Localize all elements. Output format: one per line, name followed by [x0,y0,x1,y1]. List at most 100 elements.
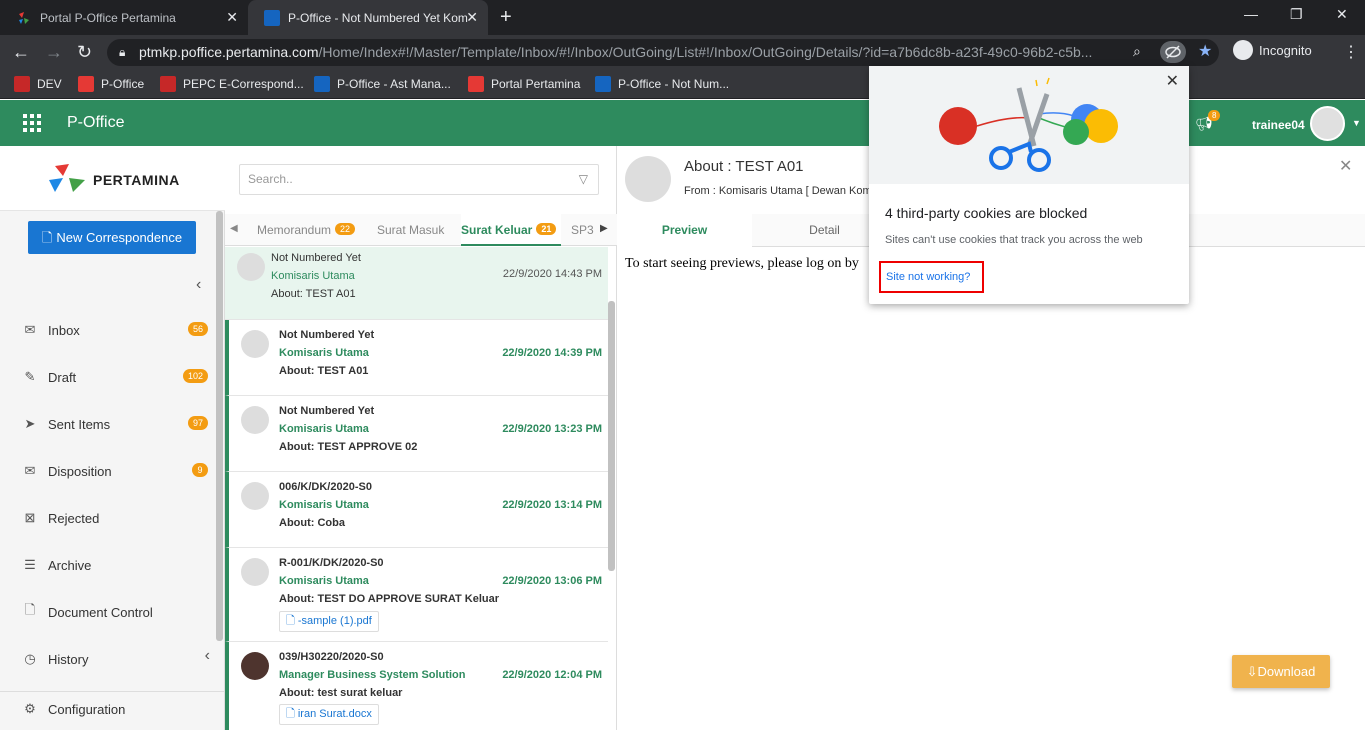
tab-memorandum[interactable]: Memorandum 22 [257,223,356,237]
attachment-name: iran Surat.docx [297,708,372,720]
browser-toolbar: ← → ↻ 🔒︎ ptmkp.poffice.pertamina.com/Hom… [0,35,1365,69]
browser-menu-icon[interactable]: ⋮ [1343,42,1359,62]
gear-icon: ⚙︎ [24,701,36,716]
item-from: Komisaris Utama [279,499,369,511]
sidebar-item-label: Draft [48,369,77,385]
sidebar-item-history[interactable]: ◷ History ‹ [20,647,210,671]
address-bar[interactable]: 🔒︎ ptmkp.poffice.pertamina.com/Home/Inde… [107,39,1219,66]
tab-scroll-right-icon[interactable]: ▶ [600,223,608,234]
item-date: 22/9/2020 13:14 PM [502,499,602,511]
tab-surat-keluar[interactable]: Surat Keluar 21 [461,214,561,246]
attachment-name: -sample (1).pdf [297,615,372,627]
list-item[interactable]: 006/K/DK/2020-S0 Komisaris Utama About: … [225,472,608,548]
download-label: Download [1257,664,1316,679]
bookmark-not-num[interactable]: P-Office - Not Num... [595,76,729,92]
attachment-chip[interactable]: 🗋︎ -sample (1).pdf [279,611,379,632]
minimize-icon[interactable]: — [1244,6,1258,22]
list-item[interactable]: R-001/K/DK/2020-S0 Komisaris Utama About… [225,548,608,642]
list-item[interactable]: Not Numbered Yet Komisaris Utama About: … [225,396,608,472]
back-icon[interactable]: ← [12,42,30,63]
sidebar-item-label: Sent Items [48,416,111,432]
bookmark-label: P-Office [101,77,145,91]
close-tab-icon[interactable]: ✕ [226,9,238,26]
list-item[interactable]: 039/H30220/2020-S0 Manager Business Syst… [225,642,608,730]
avatar [241,652,269,680]
sidebar-item-disposition[interactable]: ✉︎ Disposition 9 [20,459,210,483]
search-placeholder: Search.. [248,172,293,186]
attachment-chip[interactable]: 🗋︎ iran Surat.docx [279,704,379,725]
close-tab-icon[interactable]: ✕ [466,9,478,26]
chevron-down-icon[interactable]: ▼ [1352,118,1361,128]
cookie-blocked-popup: ✕ 4 third-party cookies are blocked Site… [869,66,1189,304]
sidebar-scrollbar[interactable] [216,211,223,641]
browser-tab-portal[interactable]: Portal P-Office Pertamina ✕ [0,0,248,35]
list-item[interactable]: Not Numbered Yet Komisaris Utama About: … [225,320,608,396]
item-number: R-001/K/DK/2020-S0 [279,557,384,569]
site-not-working-link[interactable]: Site not working? [879,261,984,293]
tab-label: Surat Keluar [461,223,533,237]
divider [0,691,225,692]
item-date: 22/9/2020 14:43 PM [502,268,602,280]
bookmark-dev[interactable]: DEV [14,76,62,92]
item-from: Komisaris Utama [279,423,369,435]
sidebar-item-archive[interactable]: ☰ Archive [20,553,210,577]
pertamina-logo-icon [49,164,85,192]
forward-icon[interactable]: → [45,42,63,63]
collapse-chevron-icon[interactable]: ‹ [196,276,201,294]
restore-icon[interactable]: ❐ [1290,6,1303,23]
sidebar-item-configuration[interactable]: ⚙︎ Configuration [20,697,210,721]
reload-icon[interactable]: ↻ [77,42,92,63]
sidebar-item-inbox[interactable]: ✉︎ Inbox 56 [20,318,210,342]
search-input[interactable]: Search.. ▽ [239,164,599,195]
popup-close-icon[interactable]: ✕ [1166,71,1179,91]
bookmark-pepc[interactable]: PEPC E-Correspond... [160,76,304,92]
bookmark-ast-mana[interactable]: P-Office - Ast Mana... [314,76,451,92]
sidebar-item-label: Rejected [48,510,100,526]
new-correspondence-label: New Correspondence [56,230,183,245]
rejected-icon: ⊠ [24,510,36,525]
correspondence-list-pane: Search.. ▽ ◀ Memorandum 22 Surat Masuk Su… [225,146,617,730]
url-path: /Home/Index#!/Master/Template/Inbox/#!/I… [318,44,1093,60]
bookmark-portal[interactable]: Portal Pertamina [468,76,580,92]
incognito-icon [1233,40,1253,60]
app-title: P-Office [67,114,125,131]
sidebar-item-sent-items[interactable]: ➤ Sent Items 97 [20,412,210,436]
pertamina-favicon [16,10,32,26]
tab-preview[interactable]: Preview [617,214,752,247]
tab-title: P-Office - Not Numbered Yet Kom [288,10,468,25]
tab-scroll-left-icon[interactable]: ◀ [230,223,238,234]
new-correspondence-button[interactable]: 🗋︎ New Correspondence [28,221,196,254]
sidebar-item-rejected[interactable]: ⊠ Rejected [20,506,210,530]
bookmark-poffice[interactable]: P-Office [78,76,144,92]
detail-from: From : Komisaris Utama [ Dewan Kom [684,185,872,197]
count-badge: 102 [182,369,208,383]
bookmark-star-icon[interactable]: ★ [1198,41,1212,61]
incognito-indicator[interactable]: Incognito [1233,40,1312,60]
draft-icon: ✎ [24,369,36,384]
bookmark-label: Portal Pertamina [491,77,581,91]
list-item[interactable]: Not Numbered Yet Komisaris Utama About: … [225,247,608,320]
sent-icon: ➤ [24,416,36,431]
close-icon[interactable]: ✕ [1339,156,1352,176]
item-about: About: TEST APPROVE 02 [279,441,418,453]
tab-sp3[interactable]: SP3 [571,223,594,237]
item-date: 22/9/2020 12:04 PM [502,669,602,681]
item-about: About: TEST A01 [279,365,369,377]
filter-icon[interactable]: ▽ [579,165,588,194]
browser-tab-poffice[interactable]: P-Office - Not Numbered Yet Kom ✕ [248,0,488,35]
chevron-left-icon[interactable]: ‹ [205,647,210,665]
browser-tab-strip: Portal P-Office Pertamina ✕ P-Office - N… [0,0,1365,35]
cookie-blocked-eye-icon[interactable] [1160,41,1186,63]
window-close-icon[interactable]: ✕ [1336,6,1348,23]
zoom-icon[interactable]: ⌕ [1133,43,1141,60]
download-icon: ⇩ [1246,664,1258,679]
apps-grid-icon[interactable] [23,114,41,135]
username[interactable]: trainee04 [1252,118,1305,132]
new-tab-icon[interactable]: + [500,6,512,29]
sidebar-item-draft[interactable]: ✎ Draft 102 [20,365,210,389]
sidebar-item-document-control[interactable]: 🗋︎ Document Control [20,600,210,624]
list-scrollbar[interactable] [608,301,615,571]
download-button[interactable]: ⇩Download [1232,655,1330,688]
avatar[interactable] [1310,106,1345,141]
tab-surat-masuk[interactable]: Surat Masuk [377,223,444,237]
